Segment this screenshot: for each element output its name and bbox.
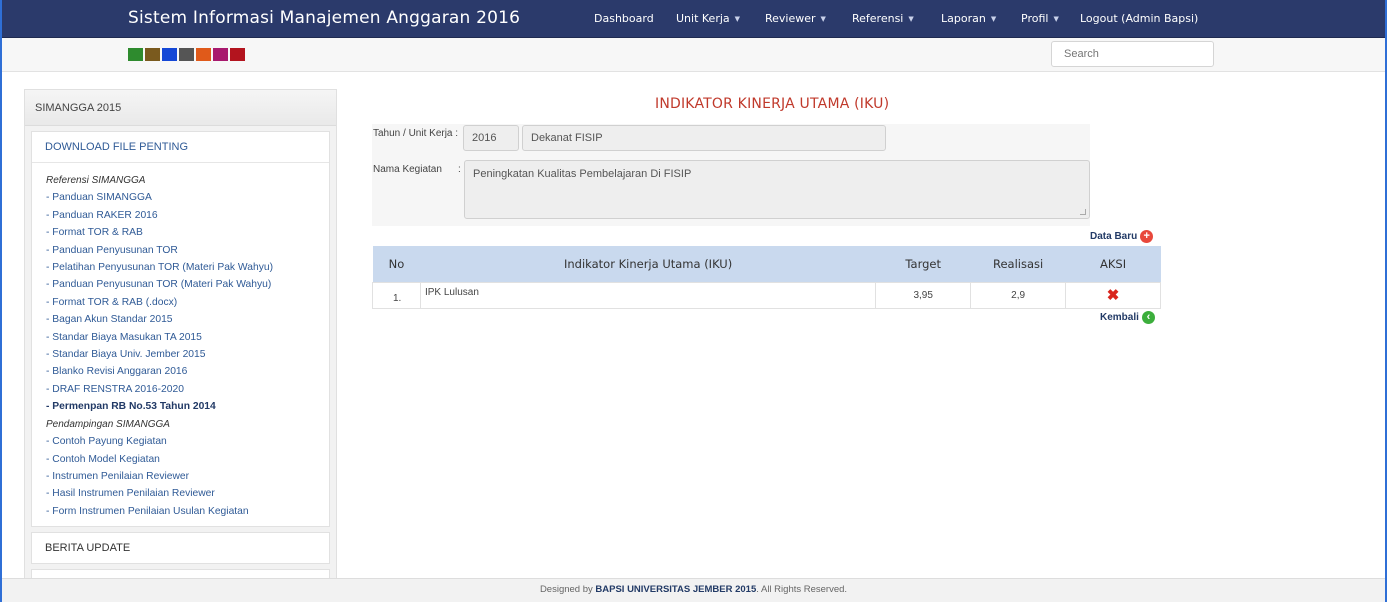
sidebar-link[interactable]: - Standar Biaya Masukan TA 2015 (46, 329, 315, 346)
footer-suffix: . All Rights Reserved. (756, 584, 848, 595)
kegiatan-form: Tahun / Unit Kerja : 2016 Dekanat FISIP … (372, 124, 1090, 226)
sidebar-link[interactable]: - Form Instrumen Penilaian Usulan Kegiat… (46, 503, 315, 520)
data-baru-label: Data Baru (1090, 231, 1138, 242)
nav-profil[interactable]: Profil ▼ (1021, 12, 1072, 25)
nav-referensi[interactable]: Referensi ▼ (852, 12, 941, 25)
kembali-label: Kembali (1100, 312, 1139, 323)
theme-swatches (128, 48, 245, 61)
sidebar-link[interactable]: - Instrumen Penilaian Reviewer (46, 468, 315, 485)
sidebar-link[interactable]: - Pelatihan Penyusunan TOR (Materi Pak W… (46, 259, 315, 276)
col-realisasi: Realisasi (970, 246, 1066, 282)
caret-down-icon: ▼ (820, 14, 826, 23)
sidebar-link[interactable]: - Hasil Instrumen Penilaian Reviewer (46, 485, 315, 502)
nav-unit-kerja[interactable]: Unit Kerja ▼ (676, 12, 765, 25)
sidebar-link[interactable]: - Format TOR & RAB (.docx) (46, 294, 315, 311)
sidebar: SIMANGGA 2015 DOWNLOAD FILE PENTING Refe… (24, 89, 337, 580)
theme-swatch[interactable] (196, 48, 211, 61)
sidebar-link[interactable]: - Contoh Payung Kegiatan (46, 433, 315, 450)
kegiatan-text: Peningkatan Kualitas Pembelajaran Di FIS… (473, 168, 692, 180)
sidebar-link[interactable]: - Permenpan RB No.53 Tahun 2014 (46, 398, 315, 415)
theme-swatch[interactable] (179, 48, 194, 61)
cell-no: 1. (372, 281, 421, 309)
iku-table: No Indikator Kinerja Utama (IKU) Target … (372, 246, 1161, 309)
table-header-row: No Indikator Kinerja Utama (IKU) Target … (372, 246, 1161, 282)
tahun-label: Tahun / Unit Kerja : (373, 128, 459, 139)
sidebar-link[interactable]: - Contoh Model Kegiatan (46, 451, 315, 468)
nav-logout[interactable]: Logout (Admin Bapsi) (1080, 12, 1198, 25)
sidebar-link[interactable]: - DRAF RENSTRA 2016-2020 (46, 381, 315, 398)
data-baru-button[interactable]: Data Baru + (1090, 230, 1154, 243)
nav-reviewer[interactable]: Reviewer ▼ (765, 12, 852, 25)
sidebar-link[interactable]: - Format TOR & RAB (46, 224, 315, 241)
berita-panel: BERITA UPDATE (31, 532, 330, 565)
sidebar-link[interactable]: - Panduan RAKER 2016 (46, 207, 315, 224)
sidebar-section-title: Referensi SIMANGGA (46, 175, 146, 186)
theme-swatch[interactable] (230, 48, 245, 61)
berita-panel-title[interactable]: BERITA UPDATE (32, 533, 329, 563)
footer-org[interactable]: BAPSI UNIVERSITAS JEMBER 2015 (595, 584, 756, 595)
theme-swatch[interactable] (213, 48, 228, 61)
footer: Designed by BAPSI UNIVERSITAS JEMBER 201… (0, 578, 1387, 602)
delete-icon[interactable]: ✖ (1107, 287, 1120, 304)
download-links: Referensi SIMANGGA - Panduan SIMANGGA - Pa… (32, 162, 329, 526)
cell-aksi: ✖ (1065, 281, 1161, 309)
back-circle-icon: ‹ (1141, 311, 1155, 324)
download-panel: DOWNLOAD FILE PENTING Referensi SIMANGGA… (31, 131, 330, 528)
theme-swatch[interactable] (128, 48, 143, 61)
sidebar-link[interactable]: - Blanko Revisi Anggaran 2016 (46, 363, 315, 380)
app-title[interactable]: Sistem Informasi Manajemen Anggaran 2016 (128, 8, 520, 28)
theme-swatch[interactable] (162, 48, 177, 61)
add-circle-icon: + (1140, 230, 1154, 243)
page-title: INDIKATOR KINERJA UTAMA (IKU) (655, 96, 890, 112)
col-iku: Indikator Kinerja Utama (IKU) (420, 246, 876, 282)
nav-dashboard[interactable]: Dashboard (594, 12, 676, 25)
col-no: No (372, 246, 421, 282)
sidebar-link[interactable]: - Panduan Penyusunan TOR (46, 242, 315, 259)
caret-down-icon: ▼ (990, 14, 997, 23)
resize-handle-icon[interactable] (1080, 209, 1086, 215)
cell-iku: IPK Lulusan (419, 281, 877, 309)
kegiatan-textarea[interactable]: Peningkatan Kualitas Pembelajaran Di FIS… (464, 160, 1090, 219)
kembali-button[interactable]: Kembali ‹ (1100, 311, 1155, 324)
kegiatan-label: Nama Kegiatan (373, 164, 442, 175)
nav-laporan[interactable]: Laporan ▼ (941, 12, 1021, 25)
caret-down-icon: ▼ (908, 14, 914, 23)
caret-down-icon: ▼ (734, 14, 741, 23)
sidebar-link[interactable]: - Standar Biaya Univ. Jember 2015 (46, 346, 315, 363)
tahun-field: 2016 (463, 125, 519, 151)
col-aksi: AKSI (1065, 246, 1161, 282)
sidebar-link[interactable]: - Bagan Akun Standar 2015 (46, 311, 315, 328)
cell-realisasi: 2,9 (970, 281, 1067, 309)
sidebar-header: SIMANGGA 2015 (25, 90, 336, 126)
footer-prefix: Designed by (539, 584, 593, 595)
cell-target: 3,95 (875, 281, 972, 309)
caret-down-icon: ▼ (1053, 14, 1059, 23)
toolbar (0, 38, 1387, 72)
sidebar-link[interactable]: - Panduan Penyusunan TOR (Materi Pak Wah… (46, 276, 315, 293)
sidebar-link[interactable]: - Panduan SIMANGGA (46, 189, 315, 206)
download-panel-title[interactable]: DOWNLOAD FILE PENTING (32, 132, 329, 162)
col-target: Target (875, 246, 971, 282)
theme-swatch[interactable] (145, 48, 160, 61)
search-input[interactable] (1051, 41, 1214, 67)
main-nav: Dashboard Unit Kerja ▼ Reviewer ▼ Referens… (594, 12, 1198, 25)
table-row: 1. IPK Lulusan 3,95 2,9 ✖ (372, 281, 1161, 309)
top-navbar: Sistem Informasi Manajemen Anggaran 2016… (0, 0, 1387, 38)
sidebar-section-title: Pendampingan SIMANGGA (46, 418, 170, 430)
unit-kerja-field: Dekanat FISIP (522, 125, 886, 151)
kegiatan-colon: : (458, 164, 461, 175)
